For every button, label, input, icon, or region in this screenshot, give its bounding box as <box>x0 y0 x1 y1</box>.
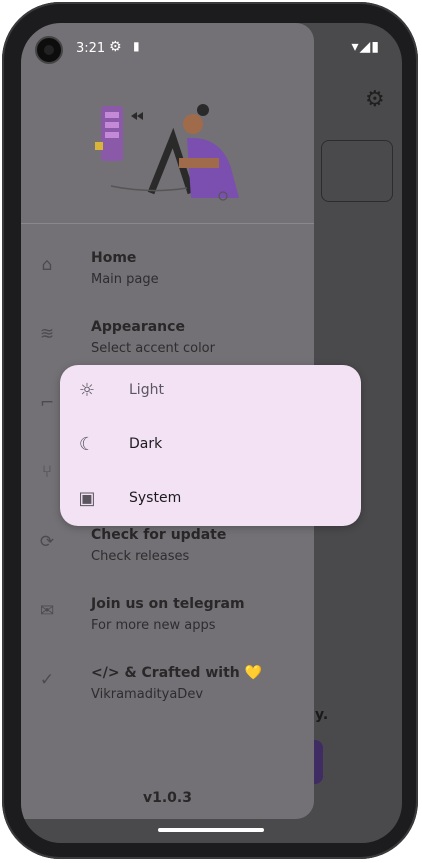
screen: ⚙ y. ⌂ Home Main page ≋ Appearance Selec… <box>21 23 402 843</box>
theme-option-label: Light <box>129 382 164 398</box>
sun-icon: ☼ <box>78 380 96 401</box>
settings-icon[interactable]: ⚙ <box>365 87 385 112</box>
drawer-divider <box>21 223 314 224</box>
drawer-item-credits[interactable]: ✓ </> & Crafted with 💛 VikramadityaDev <box>21 665 314 727</box>
theme-option-label: System <box>129 490 182 506</box>
signal-icon: ◢ <box>359 39 372 55</box>
theme-option-label: Dark <box>129 436 163 452</box>
theme-menu: ☼ Light ☾ Dark ▣ System <box>60 365 361 526</box>
status-time: 3:21 <box>76 41 106 56</box>
theme-option-dark[interactable]: ☾ Dark <box>60 419 361 473</box>
background-card <box>321 140 393 202</box>
phone-frame: ⚙ y. ⌂ Home Main page ≋ Appearance Selec… <box>2 2 418 859</box>
home-icon: ⌂ <box>41 255 53 275</box>
sync-icon: ⟳ <box>39 532 55 552</box>
status-bar: 3:21 ⚙ ▮ ▾◢▮ <box>21 23 402 73</box>
drawer-item-check-update[interactable]: ⟳ Check for update Check releases <box>21 527 314 589</box>
settings-icon: ⚙ <box>109 39 122 55</box>
drawer-item-subtitle: VikramadityaDev <box>91 687 204 702</box>
sd-card-icon: ▮ <box>133 39 140 53</box>
drawer-item-title: Home <box>91 250 137 266</box>
drawer-item-subtitle: Select accent color <box>91 341 215 356</box>
chip-icon: ▣ <box>78 488 96 509</box>
drawer-item-home[interactable]: ⌂ Home Main page <box>21 250 314 312</box>
send-mail-icon: ✉ <box>39 601 55 621</box>
app-version: v1.0.3 <box>143 790 192 806</box>
drawer-item-title: </> & Crafted with 💛 <box>91 665 263 681</box>
drawer-item-title: Join us on telegram <box>91 596 245 612</box>
header-illustration <box>95 104 239 201</box>
wifi-icon: ▾ <box>351 39 360 55</box>
theme-option-system[interactable]: ▣ System <box>60 473 361 527</box>
theme-option-light[interactable]: ☼ Light <box>60 365 361 419</box>
paint-roller-icon: ⌐ <box>39 393 55 413</box>
drawer-item-title: Check for update <box>91 527 227 543</box>
drawer-item-subtitle: Check releases <box>91 549 190 564</box>
gesture-home-bar[interactable] <box>158 828 264 832</box>
verified-badge-icon: ✓ <box>39 670 55 690</box>
front-camera <box>35 36 63 64</box>
drawer-item-telegram[interactable]: ✉ Join us on telegram For more new apps <box>21 596 314 658</box>
drawer-item-title: Appearance <box>91 319 185 335</box>
drawer-item-subtitle: Main page <box>91 272 159 287</box>
battery-icon: ▮ <box>371 39 380 55</box>
moon-icon: ☾ <box>78 434 96 455</box>
layers-icon: ≋ <box>39 324 55 344</box>
drawer-item-subtitle: For more new apps <box>91 618 216 633</box>
git-branch-icon: ⑂ <box>41 462 53 482</box>
background-text-fragment: y. <box>315 707 329 723</box>
